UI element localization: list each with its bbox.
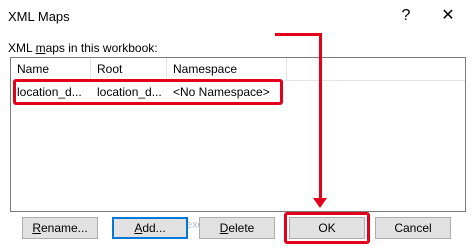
rename-button[interactable]: Rename... bbox=[22, 217, 98, 239]
close-button[interactable]: ✕ bbox=[436, 4, 460, 28]
annotation-arrow-horizontal bbox=[275, 33, 322, 36]
xml-maps-label: XML maps in this workbook: bbox=[8, 41, 158, 55]
xml-maps-list[interactable]: Name Root Namespace location_d... locati… bbox=[10, 57, 466, 212]
add-button[interactable]: Add... bbox=[112, 217, 188, 239]
title-bar: XML Maps ? ✕ bbox=[0, 0, 474, 32]
column-header-name[interactable]: Name bbox=[11, 58, 91, 80]
delete-button[interactable]: Delete bbox=[199, 217, 275, 239]
help-button[interactable]: ? bbox=[394, 4, 418, 28]
cell-name: location_d... bbox=[17, 85, 82, 99]
annotation-arrow-head bbox=[313, 198, 327, 208]
ok-button[interactable]: OK bbox=[289, 217, 365, 239]
cell-root: location_d... bbox=[97, 85, 162, 99]
table-row[interactable]: location_d... location_d... <No Namespac… bbox=[11, 81, 465, 103]
cell-namespace: <No Namespace> bbox=[173, 85, 270, 99]
column-header-namespace[interactable]: Namespace bbox=[167, 58, 287, 80]
annotation-arrow-vertical bbox=[319, 33, 322, 201]
dialog-title: XML Maps bbox=[8, 9, 70, 24]
column-header-root[interactable]: Root bbox=[91, 58, 167, 80]
list-header: Name Root Namespace bbox=[11, 58, 465, 81]
cancel-button[interactable]: Cancel bbox=[375, 217, 451, 239]
